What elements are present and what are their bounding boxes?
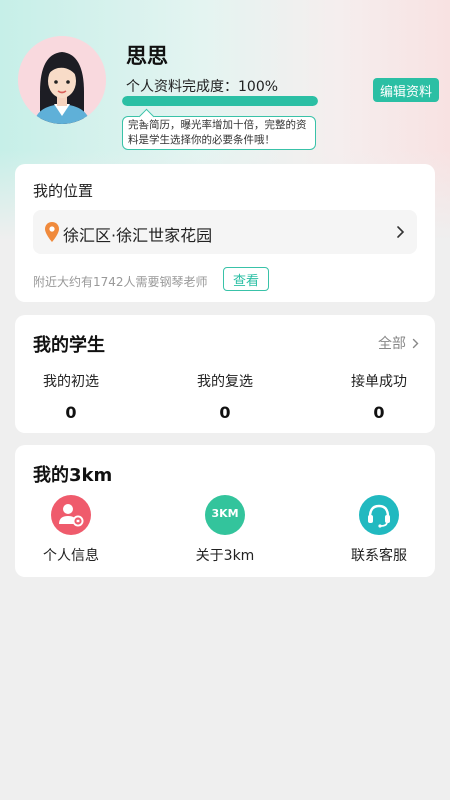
chevron-right-icon [397, 226, 405, 238]
stat-order-success[interactable]: 接单成功 0 [324, 371, 434, 422]
profile-completion: 个人资料完成度：100% [126, 76, 278, 96]
stat-second-selection[interactable]: 我的复选 0 [170, 371, 280, 422]
nearby-demand-text: 附近大约有1742人需要钢琴老师 [33, 275, 208, 289]
location-selector[interactable]: 徐汇区·徐汇世家花园 [33, 210, 417, 254]
students-card: 我的学生 全部 我的初选 0 我的复选 0 接单成功 0 [15, 315, 435, 433]
view-all-link[interactable]: 全部 [378, 333, 419, 353]
3km-logo-icon: 3KM [205, 495, 245, 535]
students-title: 我的学生 [33, 335, 105, 356]
profile-header: 思思 个人资料完成度：100% 完善简历，曝光率增加十倍，完整的资料是学生选择你… [0, 0, 450, 160]
edit-profile-button[interactable]: 编辑资料 [373, 78, 439, 102]
stat-label: 我的复选 [197, 374, 253, 390]
3km-logo-text: 3KM [211, 507, 239, 520]
person-info-icon [51, 495, 91, 535]
chevron-right-icon [412, 338, 419, 348]
stat-value: 0 [65, 403, 77, 422]
feature-label: 个人信息 [43, 548, 99, 564]
stat-label: 接单成功 [351, 374, 407, 390]
location-pin-icon [45, 222, 59, 242]
feature-about-3km[interactable]: 3KM 关于3km [170, 495, 280, 565]
feature-personal-info[interactable]: 个人信息 [16, 495, 126, 565]
headset-icon [359, 495, 399, 535]
feature-contact-support[interactable]: 联系客服 [324, 495, 434, 565]
location-title: 我的位置 [33, 182, 94, 200]
avatar[interactable] [18, 36, 106, 124]
stat-value: 0 [373, 403, 385, 422]
completion-tip: 完善简历，曝光率增加十倍，完整的资料是学生选择你的必要条件哦！ [122, 116, 316, 150]
view-all-label: 全部 [378, 336, 406, 352]
completion-progress-bar [122, 96, 318, 106]
completion-value: 100% [238, 79, 279, 95]
completion-progress-fill [122, 96, 318, 106]
location-address: 徐汇区·徐汇世家花园 [63, 226, 213, 245]
feature-label: 联系客服 [351, 548, 407, 564]
location-card: 我的位置 徐汇区·徐汇世家花园 附近大约有1742人需要钢琴老师 查看 [15, 164, 435, 302]
stat-value: 0 [219, 403, 231, 422]
completion-label: 个人资料完成度： [126, 79, 238, 95]
my-3km-title: 我的3km [33, 465, 113, 486]
stat-initial-selection[interactable]: 我的初选 0 [16, 371, 126, 422]
avatar-illustration [18, 36, 106, 124]
user-name: 思思 [126, 44, 168, 68]
stat-label: 我的初选 [43, 374, 99, 390]
view-button[interactable]: 查看 [223, 267, 269, 291]
feature-label: 关于3km [195, 548, 255, 564]
my-3km-card: 我的3km 个人信息 3KM 关于3km 联系客服 [15, 445, 435, 577]
